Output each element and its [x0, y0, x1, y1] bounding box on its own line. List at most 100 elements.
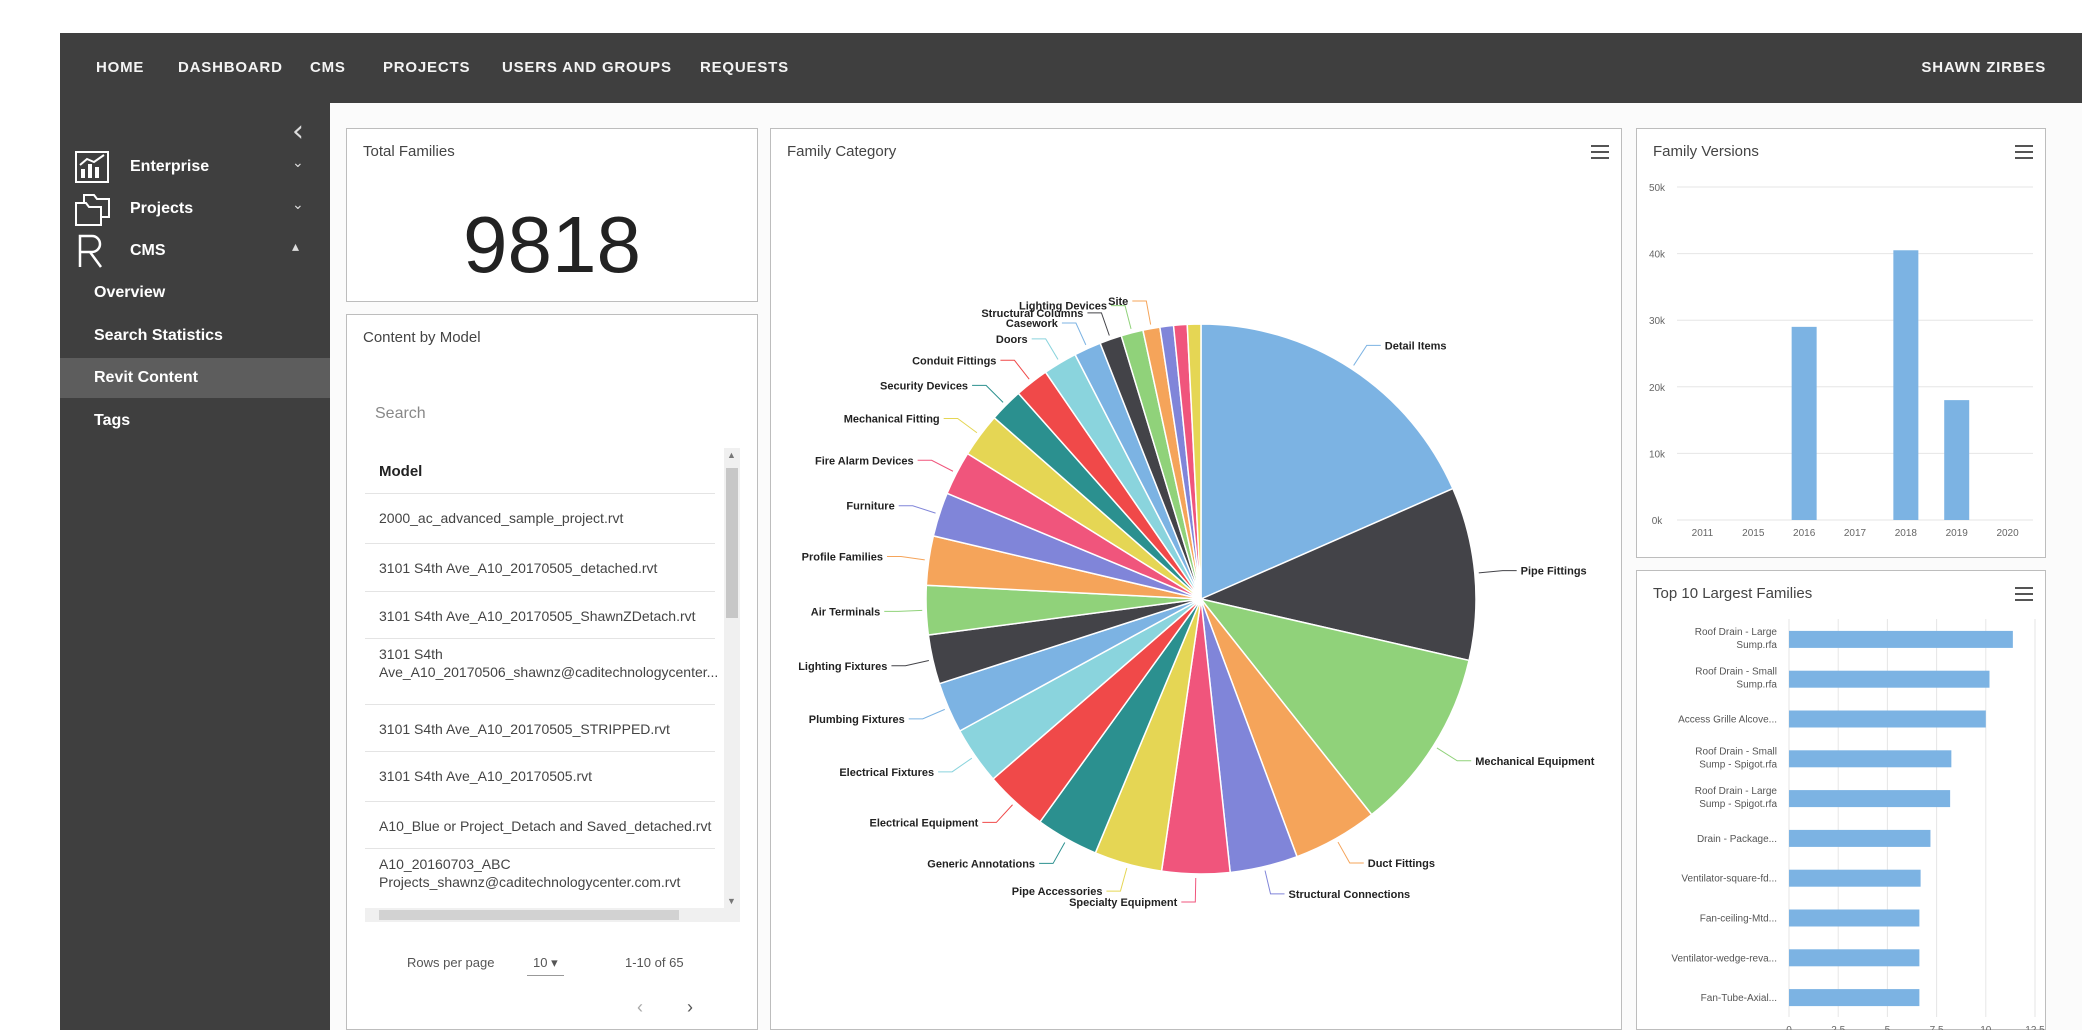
- pie-label-connector: [891, 659, 929, 667]
- sidebar-item-label: Projects: [130, 200, 194, 217]
- bar[interactable]: [1789, 829, 1931, 847]
- table-row[interactable]: 3101 S4th Ave_A10_20170506_shawnz@caditec…: [365, 638, 718, 704]
- sidebar-subitem-label: Revit Content: [94, 369, 198, 386]
- collapse-sidebar-icon[interactable]: ‹: [292, 117, 304, 147]
- rows-per-page-select[interactable]: 10 ▾: [527, 955, 564, 976]
- model-name: A10_20160703_ABC: [379, 856, 511, 872]
- pie-label-connector: [886, 555, 925, 561]
- bar[interactable]: [1944, 400, 1970, 520]
- scrollbar-thumb[interactable]: [379, 910, 679, 920]
- bar[interactable]: [1789, 750, 1952, 768]
- model-name: 3101 S4th Ave_A10_20170505_STRIPPED.rvt: [379, 721, 670, 737]
- pie-label-connector: [898, 505, 936, 514]
- pie-slice-label: Electrical Fixtures: [839, 767, 934, 779]
- model-name: 2000_ac_advanced_sample_project.rvt: [379, 510, 624, 526]
- user-menu[interactable]: SHAWN ZIRBES: [1921, 59, 2046, 76]
- x-tick-label: 7.5: [1930, 1025, 1944, 1030]
- x-tick-label: 2017: [1844, 528, 1867, 539]
- pie-label-connector: [1106, 867, 1128, 892]
- family-versions-card: Family Versions 0k 10k 20k 30k 40k 50k 2011 201…: [1636, 128, 2046, 558]
- pie-slice-label: Pipe Accessories: [1012, 886, 1103, 898]
- column-header-model[interactable]: Model: [379, 463, 422, 480]
- nav-dashboard[interactable]: DASHBOARD: [178, 59, 283, 76]
- table-row[interactable]: 3101 S4th Ave_A10_20170505.rvt: [365, 751, 715, 801]
- top-largest-families-card: Top 10 Largest Families 02.557.51012.5Si…: [1636, 570, 2046, 1030]
- nav-home[interactable]: HOME: [96, 59, 144, 76]
- scroll-up-icon[interactable]: ▲: [727, 450, 736, 460]
- pie-slice-label: Conduit Fittings: [912, 355, 996, 367]
- table-row[interactable]: A10_Blue or Project_Detach and Saved_det…: [365, 801, 715, 848]
- x-tick-label: 2018: [1895, 528, 1918, 539]
- sidebar-subitem-overview[interactable]: Overview: [60, 273, 330, 313]
- total-families-value: 9818: [463, 200, 641, 289]
- x-tick-label: 10: [1980, 1025, 1992, 1030]
- x-tick-label: 5: [1885, 1025, 1891, 1030]
- y-tick-label: 40k: [1649, 250, 1666, 261]
- table-row[interactable]: 3101 S4th Ave_A10_20170505_STRIPPED.rvt: [365, 704, 715, 751]
- prev-page-icon[interactable]: ‹: [637, 997, 643, 1018]
- family-category-pie-chart: Detail Items Pipe Fittings Mechanical Equi…: [798, 296, 1595, 909]
- pie-label-connector: [1132, 300, 1152, 325]
- nav-requests[interactable]: REQUESTS: [700, 59, 789, 76]
- x-tick-label: 2019: [1946, 528, 1969, 539]
- model-name: A10_Blue or Project_Detach and Saved_det…: [379, 818, 712, 834]
- sidebar-item-label: CMS: [130, 242, 166, 259]
- table-row[interactable]: 2000_ac_advanced_sample_project.rvt: [365, 493, 715, 541]
- chart-menu-icon[interactable]: [2015, 587, 2033, 601]
- pie-label-connector: [917, 459, 954, 472]
- table-row[interactable]: A10_20160703_ABC Projects_shawnz@caditech…: [365, 848, 715, 908]
- x-tick-label: 12.5: [2025, 1025, 2045, 1030]
- scrollbar-thumb[interactable]: [726, 468, 738, 618]
- bar[interactable]: [1893, 250, 1919, 520]
- nav-users-and-groups[interactable]: USERS AND GROUPS: [502, 59, 672, 76]
- sidebar-subitem-tags[interactable]: Tags: [60, 401, 330, 441]
- sidebar-subitem-label: Tags: [94, 412, 131, 429]
- sidebar-item-cms[interactable]: CMS ▴: [60, 231, 330, 271]
- nav-cms[interactable]: CMS: [310, 59, 346, 76]
- table-row[interactable]: 3101 S4th Ave_A10_20170505_ShawnZDetach.…: [365, 591, 715, 638]
- chart-menu-icon[interactable]: [1591, 145, 1609, 159]
- pie-slice-label: Generic Annotations: [927, 858, 1035, 870]
- x-tick-label: 2011: [1692, 528, 1714, 539]
- sidebar-item-projects[interactable]: Projects ⌄: [60, 189, 330, 229]
- pie-slice-label: Specialty Equipment: [1069, 897, 1178, 909]
- family-versions-bar-chart: 0k 10k 20k 30k 40k 50k 2011 2015 2016 2017 2018 201…: [1649, 183, 2033, 539]
- scroll-down-icon[interactable]: ▼: [727, 896, 736, 906]
- rows-per-page-value: 10: [533, 955, 548, 970]
- pie-label-connector: [1111, 305, 1132, 330]
- search-input[interactable]: Search: [375, 405, 426, 423]
- y-tick-label: Roof Drain - Small: [1695, 746, 1777, 757]
- bar[interactable]: [1789, 670, 1990, 688]
- nav-projects[interactable]: PROJECTS: [383, 59, 470, 76]
- bar[interactable]: [1789, 909, 1920, 927]
- sidebar-subitem-search-statistics[interactable]: Search Statistics: [60, 316, 330, 356]
- horizontal-scrollbar[interactable]: [365, 908, 740, 922]
- vertical-scrollbar[interactable]: ▲ ▼: [724, 448, 740, 908]
- revit-r-icon: [78, 234, 103, 268]
- x-tick-label: 2020: [1996, 528, 2019, 539]
- chevron-down-icon: ⌄: [292, 197, 304, 213]
- pie-slice-label: Doors: [996, 334, 1028, 346]
- bar[interactable]: [1791, 326, 1817, 520]
- bar[interactable]: [1789, 790, 1951, 808]
- next-page-icon[interactable]: ›: [687, 997, 693, 1018]
- bar[interactable]: [1789, 869, 1921, 887]
- bar[interactable]: [1789, 949, 1920, 967]
- rows-per-page-label: Rows per page: [407, 955, 495, 970]
- sidebar-subitem-revit-content[interactable]: Revit Content: [60, 358, 330, 398]
- bar[interactable]: [1789, 630, 2013, 648]
- pie-label-connector: [1181, 877, 1197, 903]
- table-row[interactable]: 3101 S4th Ave_A10_20170505_detached.rvt: [365, 543, 715, 591]
- sidebar: ‹ Enterprise ⌄ Projects ⌄ CMS ▴ Overview…: [60, 103, 330, 1030]
- pie-slice-label: Detail Items: [1385, 340, 1447, 352]
- pie-label-connector: [1264, 870, 1285, 895]
- sidebar-item-enterprise[interactable]: Enterprise ⌄: [60, 147, 330, 187]
- model-name: 3101 S4th Ave_A10_20170505_ShawnZDetach.…: [379, 608, 696, 624]
- bar[interactable]: [1789, 989, 1920, 1007]
- sidebar-item-label: Enterprise: [130, 158, 210, 175]
- y-tick-label: Access Grille Alcove...: [1678, 715, 1777, 726]
- x-tick-label: 2015: [1742, 528, 1765, 539]
- bar[interactable]: [1789, 710, 1986, 728]
- app-frame: HOME DASHBOARD CMS PROJECTS USERS AND GR…: [60, 33, 2082, 1030]
- y-tick-label: 50k: [1649, 183, 1666, 194]
